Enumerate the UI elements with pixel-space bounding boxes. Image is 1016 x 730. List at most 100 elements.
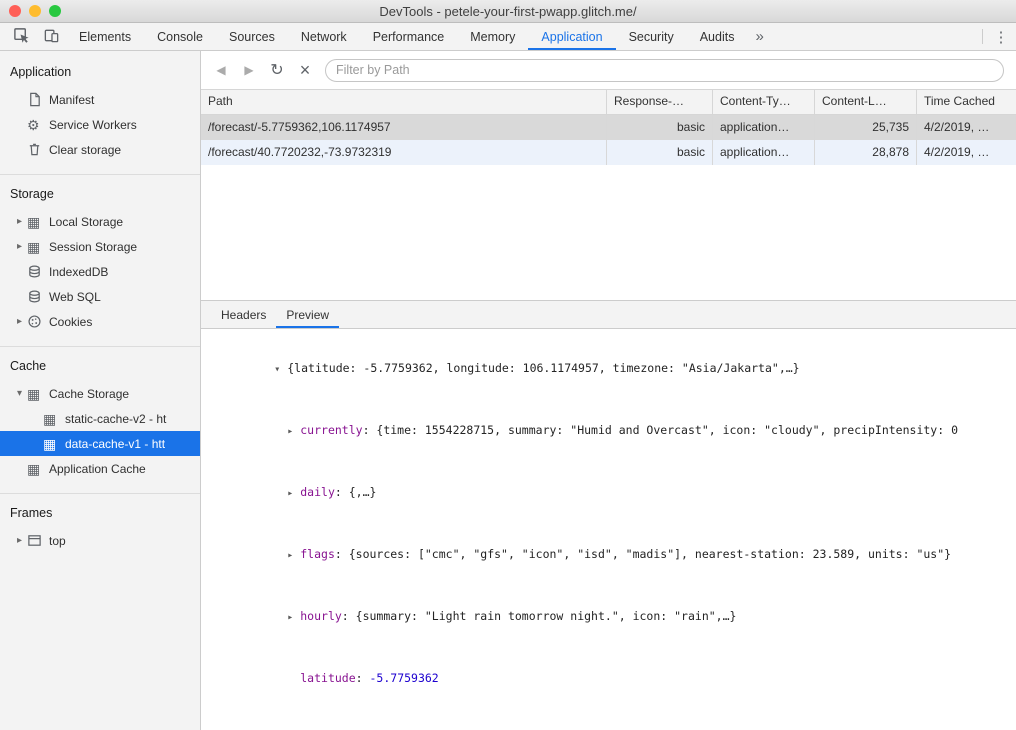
sidebar-item-static-cache-v2[interactable]: ▦ static-cache-v2 - ht [0, 406, 200, 431]
clear-icon[interactable]: × [293, 58, 317, 82]
trash-icon [27, 142, 46, 157]
sidebar-item-indexeddb[interactable]: IndexedDB [0, 259, 200, 284]
tab-application[interactable]: Application [528, 23, 615, 50]
tab-sources[interactable]: Sources [216, 23, 288, 50]
tree-node-root[interactable]: ▾{latitude: -5.7759362, longitude: 106.1… [205, 338, 1016, 400]
sidebar-item-clear-storage[interactable]: Clear storage [0, 137, 200, 162]
sidebar-item-data-cache-v1[interactable]: ▦ data-cache-v1 - htt [0, 431, 200, 456]
devtools-menu-icon[interactable]: ⋮ [986, 23, 1016, 50]
zoom-window-button[interactable] [49, 5, 61, 17]
sidebar-item-manifest[interactable]: Manifest [0, 87, 200, 112]
forward-icon[interactable]: ▶ [237, 58, 261, 82]
back-icon[interactable]: ◀ [209, 58, 233, 82]
chevron-right-icon[interactable]: ▸ [287, 546, 300, 566]
sidebar-item-label: data-cache-v1 - htt [62, 437, 165, 451]
sidebar-item-label: Local Storage [46, 215, 123, 229]
section-title: Frames [0, 494, 200, 528]
preview-pane: ▾{latitude: -5.7759362, longitude: 106.1… [201, 329, 1016, 730]
section-cache: Cache ▾ ▦ Cache Storage ▦ static-cache-v… [0, 347, 200, 494]
tab-network[interactable]: Network [288, 23, 360, 50]
table-empty-area [201, 165, 1016, 300]
inspect-element-button[interactable] [6, 23, 36, 50]
tabbar-spacer [772, 23, 979, 50]
column-header-content-type[interactable]: Content-Ty… [713, 90, 815, 114]
cell-content-type: application… [713, 140, 815, 165]
gear-icon: ⚙ [27, 118, 46, 132]
tree-summary: : {sources: ["cmc", "gfs", "icon", "isd"… [335, 547, 951, 561]
chevron-down-icon[interactable]: ▾ [274, 360, 287, 380]
titlebar: DevTools - petele-your-first-pwapp.glitc… [0, 0, 1016, 23]
section-title: Cache [0, 347, 200, 381]
tabbar-divider [982, 29, 983, 44]
tab-preview[interactable]: Preview [276, 301, 339, 328]
device-toolbar-icon [43, 27, 60, 47]
tree-summary: : {summary: "Light rain tomorrow night."… [342, 609, 737, 623]
tab-console[interactable]: Console [144, 23, 216, 50]
column-header-path[interactable]: Path [201, 90, 607, 114]
column-header-content-length[interactable]: Content-L… [815, 90, 917, 114]
devtools-tabbar: Elements Console Sources Network Perform… [0, 23, 1016, 51]
table-row[interactable]: /forecast/40.7720232,-73.9732319 basic a… [201, 140, 1016, 165]
chevron-right-icon[interactable]: ▸ [287, 422, 300, 442]
tab-elements[interactable]: Elements [66, 23, 144, 50]
column-header-time-cached[interactable]: Time Cached [917, 90, 1016, 114]
chevron-right-icon[interactable]: ▸ [12, 216, 27, 227]
sidebar-item-application-cache[interactable]: ▦ Application Cache [0, 456, 200, 481]
chevron-right-icon[interactable]: ▸ [12, 316, 27, 327]
tab-security[interactable]: Security [616, 23, 687, 50]
sidebar-item-label: Clear storage [46, 143, 121, 157]
tree-leaf-latitude: latitude: -5.7759362 [205, 648, 1016, 708]
more-tabs-icon[interactable]: » [747, 23, 771, 50]
sidebar-item-local-storage[interactable]: ▸ ▦ Local Storage [0, 209, 200, 234]
tab-audits[interactable]: Audits [687, 23, 748, 50]
sidebar-item-service-workers[interactable]: ⚙ Service Workers [0, 112, 200, 137]
inspect-cursor-icon [13, 27, 30, 47]
tab-performance[interactable]: Performance [360, 23, 458, 50]
table-row[interactable]: /forecast/-5.7759362,106.1174957 basic a… [201, 115, 1016, 140]
tree-summary: : {time: 1554228715, summary: "Humid and… [363, 423, 958, 437]
sidebar-item-top-frame[interactable]: ▸ top [0, 528, 200, 553]
section-title: Storage [0, 175, 200, 209]
tree-node-flags[interactable]: ▸flags: {sources: ["cmc", "gfs", "icon",… [205, 524, 1016, 586]
cell-content-type: application… [713, 115, 815, 140]
sidebar-item-cache-storage[interactable]: ▾ ▦ Cache Storage [0, 381, 200, 406]
tree-node-daily[interactable]: ▸daily: {,…} [205, 462, 1016, 524]
tree-leaf-longitude: longitude: 106.1174957 [205, 708, 1016, 730]
chevron-right-icon[interactable]: ▸ [287, 484, 300, 504]
table-grid-icon: ▦ [27, 387, 46, 401]
chevron-down-icon[interactable]: ▾ [12, 388, 27, 399]
database-icon [27, 264, 46, 279]
tab-headers[interactable]: Headers [211, 301, 276, 328]
filter-by-path-input[interactable] [325, 59, 1004, 82]
sidebar-item-label: Session Storage [46, 240, 137, 254]
grid-toolbar: ◀ ▶ ↻ × [201, 51, 1016, 89]
application-sidebar: Application Manifest ⚙ Service Workers C… [0, 51, 201, 730]
tree-key: hourly [300, 609, 342, 623]
sidebar-item-session-storage[interactable]: ▸ ▦ Session Storage [0, 234, 200, 259]
sidebar-item-label: top [46, 534, 66, 548]
minimize-window-button[interactable] [29, 5, 41, 17]
tab-memory[interactable]: Memory [457, 23, 528, 50]
table-grid-icon: ▦ [27, 215, 46, 229]
detail-tabbar: Headers Preview [201, 300, 1016, 329]
tree-node-hourly[interactable]: ▸hourly: {summary: "Light rain tomorrow … [205, 586, 1016, 648]
cell-time-cached: 4/2/2019, … [917, 115, 1016, 140]
main-area: Application Manifest ⚙ Service Workers C… [0, 51, 1016, 730]
sidebar-item-label: IndexedDB [46, 265, 108, 279]
device-toolbar-button[interactable] [36, 23, 66, 50]
sidebar-item-cookies[interactable]: ▸ Cookies [0, 309, 200, 334]
section-frames: Frames ▸ top [0, 494, 200, 565]
chevron-right-icon[interactable]: ▸ [287, 608, 300, 628]
sidebar-item-label: Web SQL [46, 290, 101, 304]
refresh-icon[interactable]: ↻ [265, 58, 289, 82]
chevron-right-icon[interactable]: ▸ [12, 241, 27, 252]
close-window-button[interactable] [9, 5, 21, 17]
window-controls [9, 5, 61, 17]
cell-path: /forecast/-5.7759362,106.1174957 [201, 115, 607, 140]
sidebar-item-web-sql[interactable]: Web SQL [0, 284, 200, 309]
tree-node-currently[interactable]: ▸currently: {time: 1554228715, summary: … [205, 400, 1016, 462]
column-header-response-type[interactable]: Response-… [607, 90, 713, 114]
chevron-right-icon[interactable]: ▸ [12, 535, 27, 546]
tree-root-summary: {latitude: -5.7759362, longitude: 106.11… [287, 361, 799, 375]
section-storage: Storage ▸ ▦ Local Storage ▸ ▦ Session St… [0, 175, 200, 347]
